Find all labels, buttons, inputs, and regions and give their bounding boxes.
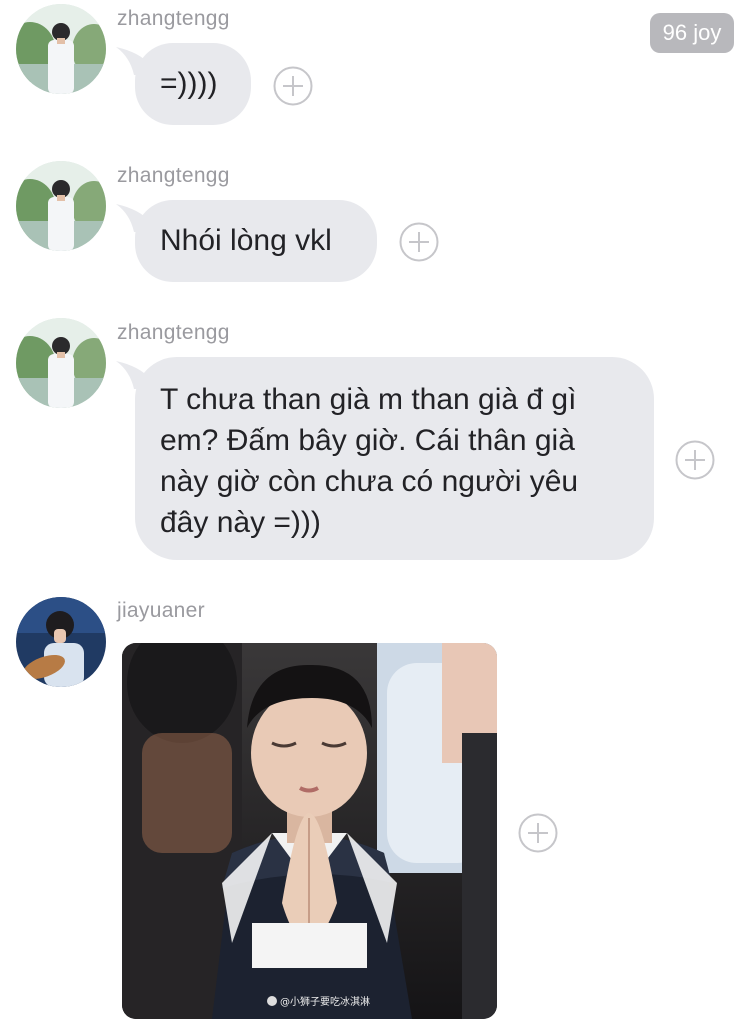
username: zhangtengg [117,7,230,30]
username: jiayuaner [117,599,205,622]
avatar[interactable] [16,597,106,687]
avatar[interactable] [16,161,106,251]
watermark-text: @小狮子要吃冰淇淋 [280,995,370,1008]
image-message[interactable]: @小狮子要吃冰淇淋 [122,643,497,1019]
plus-circle-icon[interactable] [518,813,558,853]
plus-circle-icon[interactable] [675,440,715,480]
plus-circle-icon[interactable] [399,222,439,262]
message-text: T chưa than già m than già đ gì em? Đấm … [160,383,579,539]
message-text: =)))) [160,67,218,100]
avatar[interactable] [16,4,106,94]
message-bubble[interactable]: Nhói lòng vkl [135,200,377,282]
status-badge: 96 joy [650,13,734,53]
message-bubble[interactable]: T chưa than già m than già đ gì em? Đấm … [135,357,654,560]
plus-circle-icon[interactable] [273,66,313,106]
message-text: Nhói lòng vkl [160,224,332,257]
message-bubble[interactable]: =)))) [135,43,251,125]
username: zhangtengg [117,164,230,187]
avatar[interactable] [16,318,106,408]
username: zhangtengg [117,321,230,344]
